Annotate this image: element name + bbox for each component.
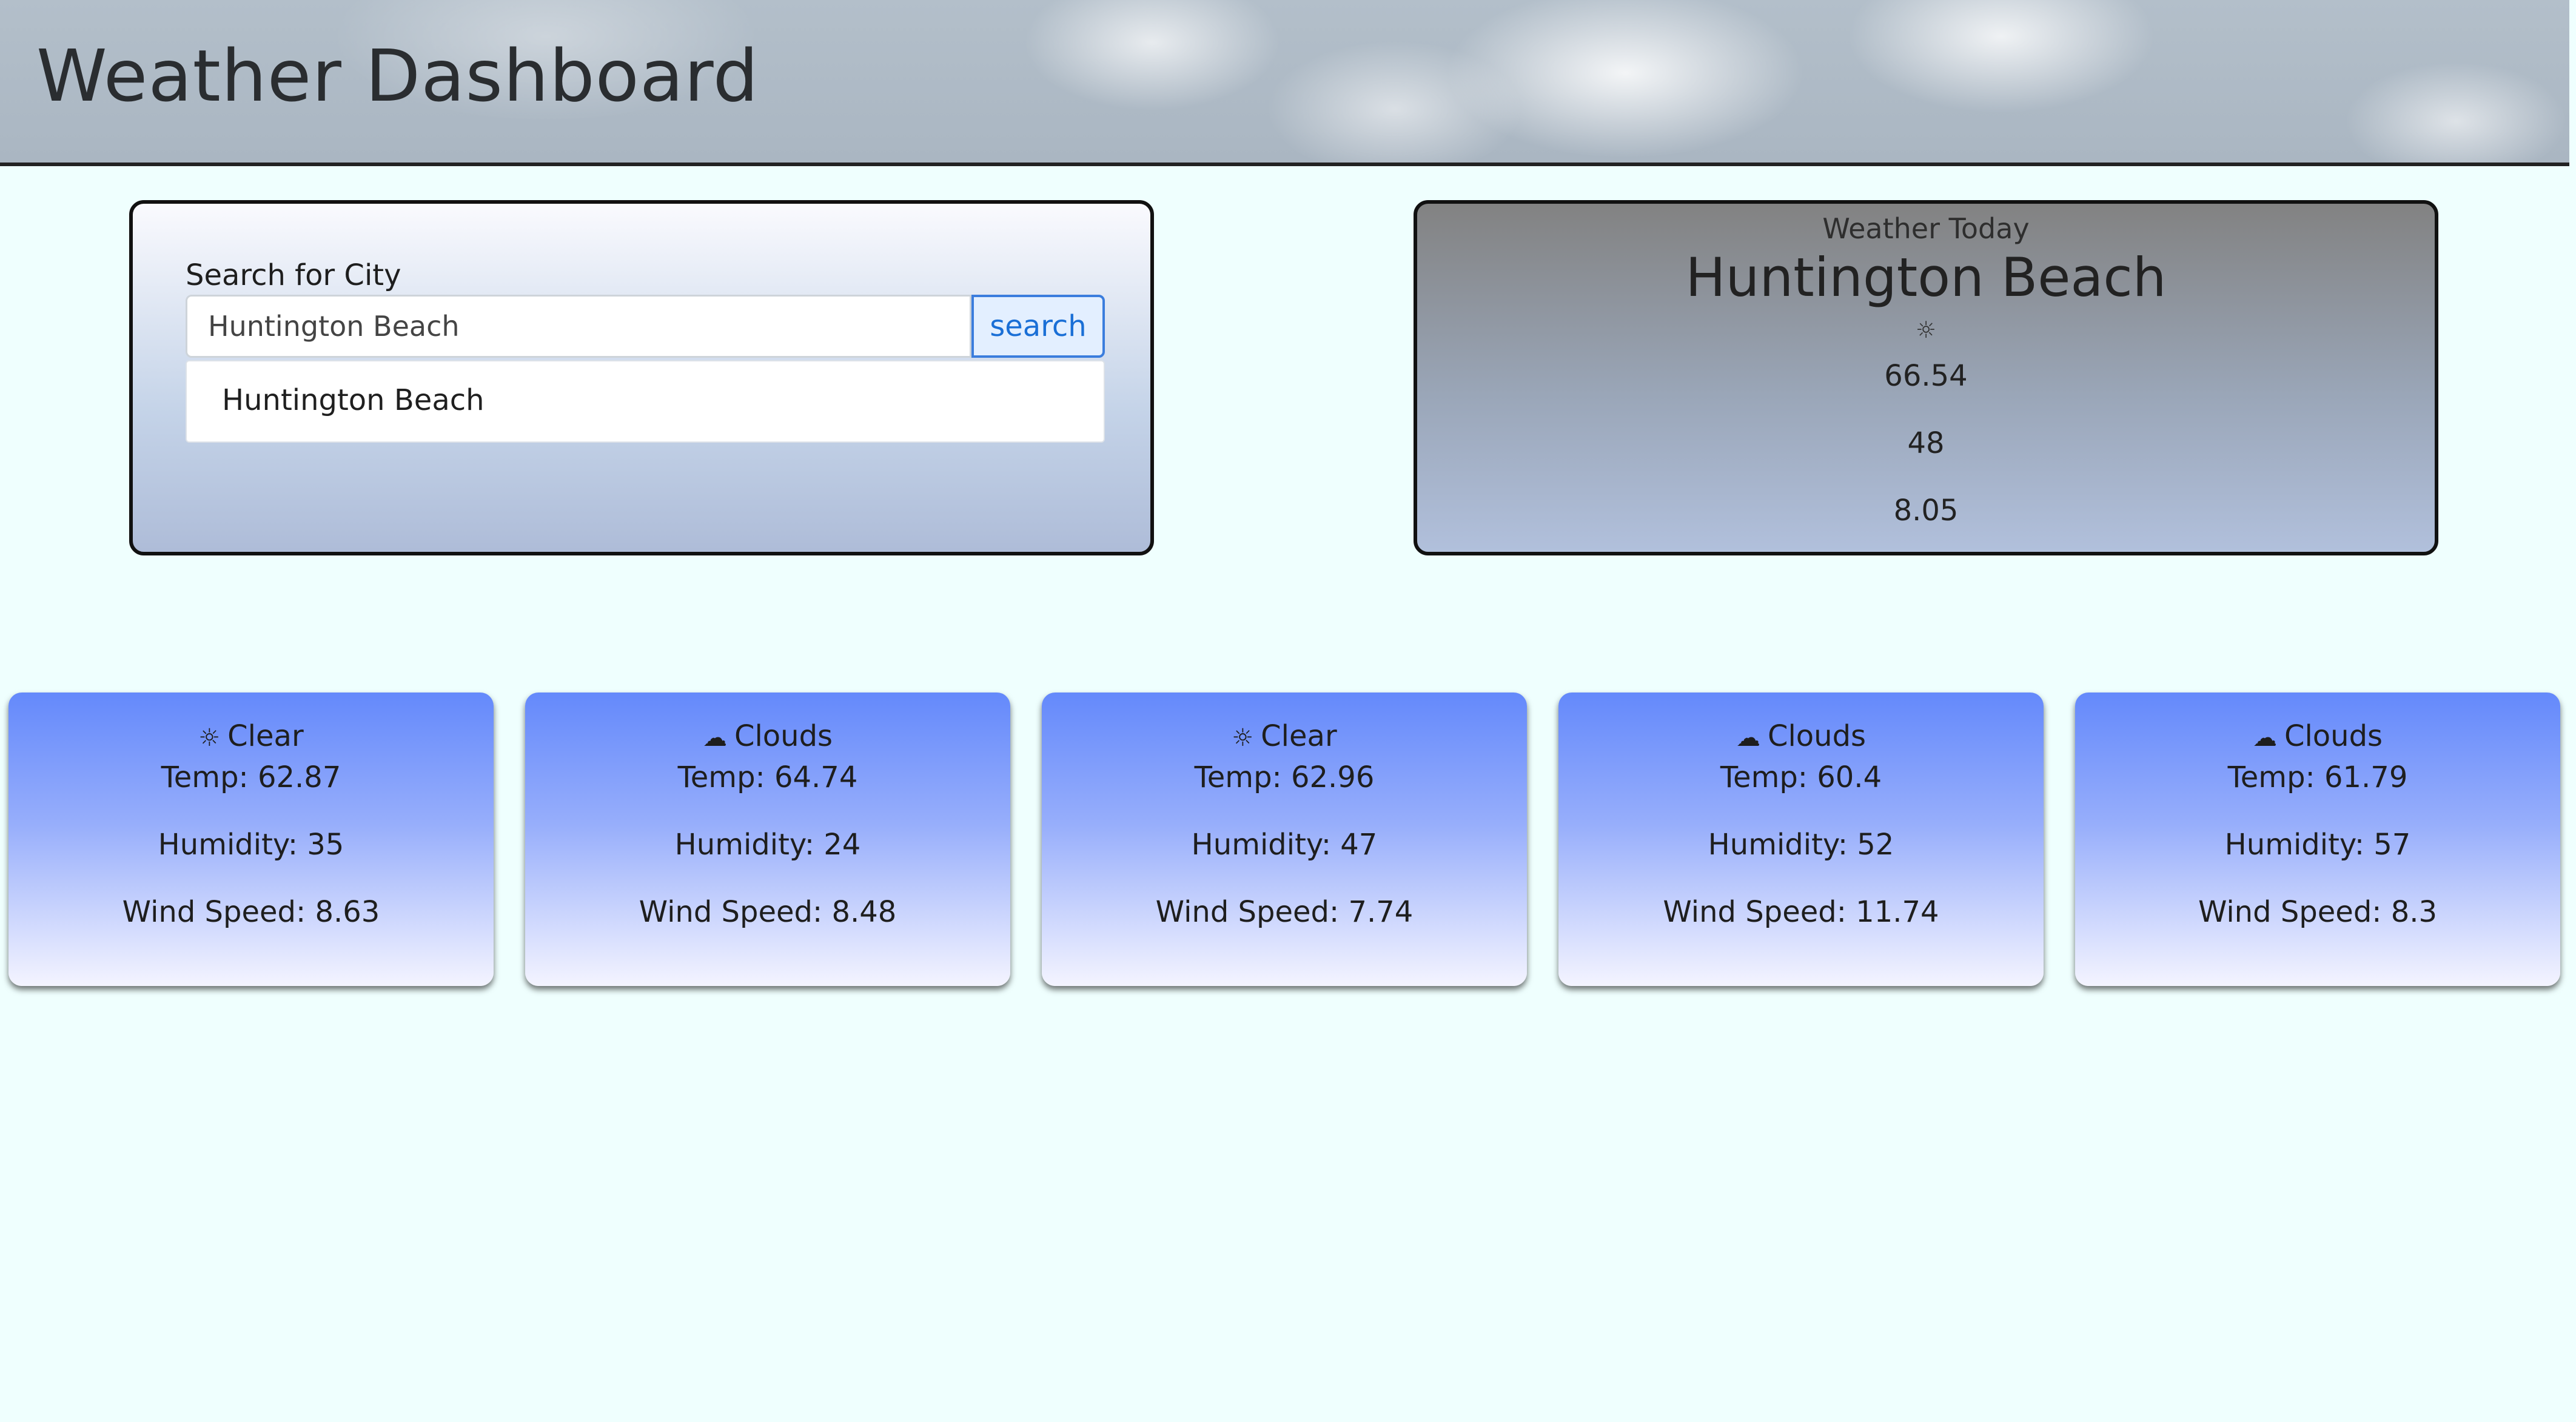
forecast-temp: Temp: 64.74 (677, 760, 858, 794)
forecast-humidity: Humidity: 57 (2224, 828, 2411, 862)
today-wind: 8.05 (1893, 494, 1959, 528)
page-title: Weather Dashboard (36, 34, 759, 118)
forecast-condition: ☁ Clouds (2075, 719, 2560, 753)
forecast-card: ☁ Clouds Temp: 64.74 Humidity: 24 Wind Sp… (525, 693, 1010, 986)
forecast-temp: Temp: 60.4 (1720, 760, 1882, 794)
sun-icon: ☼ (1232, 724, 1254, 752)
search-button[interactable]: search (971, 295, 1105, 358)
search-label: Search for City (186, 258, 401, 292)
search-panel: Search for City search Huntington Beach (129, 200, 1154, 555)
autocomplete-list: Huntington Beach (186, 360, 1105, 443)
forecast-humidity: Humidity: 52 (1708, 828, 1894, 862)
forecast-card: ☁ Clouds Temp: 60.4 Humidity: 52 Wind Spe… (1558, 693, 2044, 986)
condition-label: Clouds (2284, 719, 2383, 753)
forecast-humidity: Humidity: 35 (158, 828, 344, 862)
forecast-wind: Wind Speed: 7.74 (1155, 895, 1414, 929)
forecast-card: ☁ Clouds Temp: 61.79 Humidity: 57 Wind Sp… (2075, 693, 2560, 986)
cloud-icon: ☁ (702, 724, 727, 752)
today-humidity: 48 (1907, 426, 1945, 460)
forecast-humidity: Humidity: 47 (1191, 828, 1378, 862)
forecast-temp: Temp: 61.79 (2227, 760, 2408, 794)
condition-label: Clouds (734, 719, 833, 753)
forecast-wind: Wind Speed: 8.48 (639, 895, 897, 929)
forecast-condition: ☁ Clouds (1558, 719, 2044, 753)
forecast-condition: ☼ Clear (1042, 719, 1527, 753)
forecast-humidity: Humidity: 24 (674, 828, 861, 862)
forecast-condition: ☼ Clear (8, 719, 494, 753)
sun-icon: ☼ (1915, 317, 1937, 343)
forecast-wind: Wind Speed: 8.63 (122, 895, 380, 929)
condition-label: Clear (1261, 719, 1337, 753)
header-banner: Weather Dashboard (0, 0, 2569, 166)
forecast-condition: ☁ Clouds (525, 719, 1010, 753)
forecast-card: ☼ Clear Temp: 62.96 Humidity: 47 Wind Spe… (1042, 693, 1527, 986)
today-temp: 66.54 (1884, 359, 1968, 393)
sun-icon: ☼ (198, 724, 221, 752)
condition-label: Clouds (1767, 719, 1867, 753)
forecast-wind: Wind Speed: 8.3 (2198, 895, 2438, 929)
autocomplete-item[interactable]: Huntington Beach (222, 383, 485, 417)
today-weather-panel: Weather Today Huntington Beach ☼ 66.54 4… (1414, 200, 2438, 555)
today-heading: Weather Today (1822, 212, 2030, 245)
search-input[interactable] (186, 295, 971, 358)
forecast-wind: Wind Speed: 11.74 (1663, 895, 1939, 929)
forecast-temp: Temp: 62.87 (161, 760, 341, 794)
cloud-icon: ☁ (2252, 724, 2277, 752)
cloud-icon: ☁ (1736, 724, 1760, 752)
forecast-temp: Temp: 62.96 (1194, 760, 1375, 794)
today-city-name: Huntington Beach (1685, 246, 2167, 309)
forecast-card: ☼ Clear Temp: 62.87 Humidity: 35 Wind Spe… (8, 693, 494, 986)
condition-label: Clear (227, 719, 304, 753)
